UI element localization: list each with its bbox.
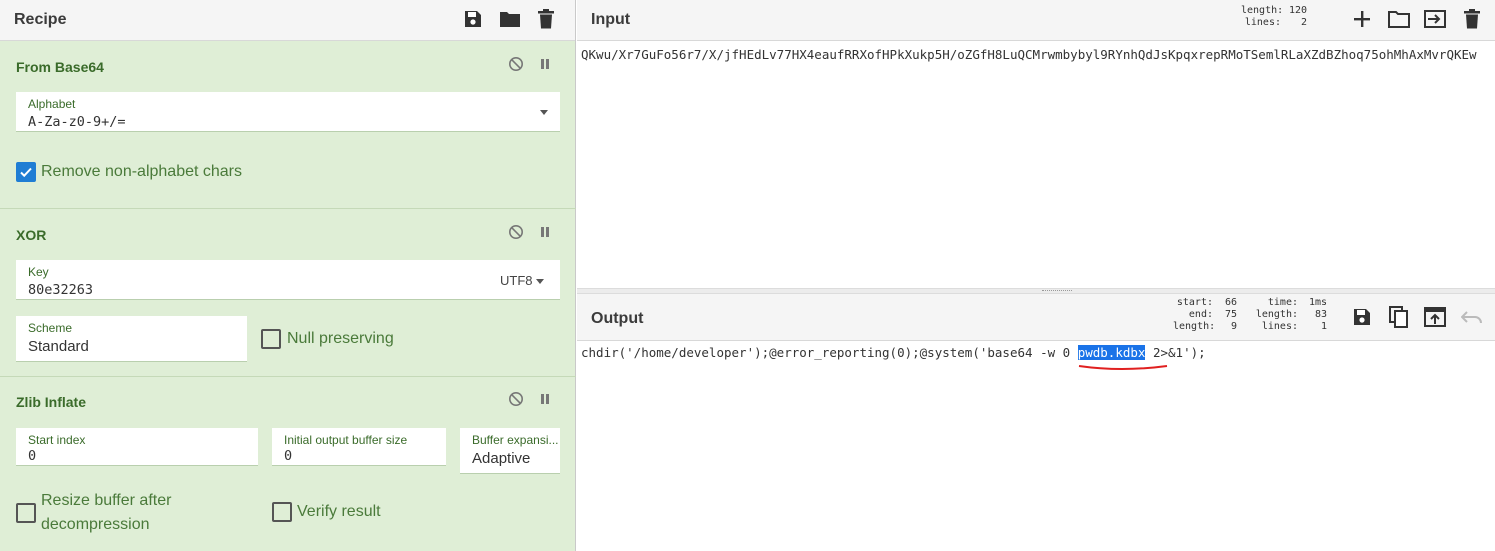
time-value: 1ms [1308,297,1327,308]
remove-non-alphabet-label[interactable]: Remove non-alphabet chars [41,160,242,184]
length-value: 83 [1314,309,1327,320]
copy-icon[interactable] [1387,304,1411,330]
lines-label: lines: [1261,321,1298,332]
null-preserving-checkbox[interactable] [261,329,281,349]
verify-result-checkbox[interactable] [272,502,292,522]
resize-buffer-checkbox[interactable] [16,503,36,523]
disable-icon[interactable] [507,55,525,73]
initial-buffer-label: Initial output buffer size [284,433,408,447]
null-preserving-label[interactable]: Null preserving [287,327,394,351]
key-value: 80e32263 [28,282,94,298]
operation-title: Zlib Inflate [16,394,86,410]
chevron-down-icon[interactable] [536,279,544,284]
alphabet-value: A-Za-z0-9+/= [28,114,126,130]
recipe-header: Recipe [0,0,575,41]
save-output-icon[interactable] [1350,304,1374,330]
output-title: Output [591,310,644,327]
alphabet-field[interactable]: Alphabet A-Za-z0-9+/= [16,92,560,132]
initial-buffer-field[interactable]: Initial output buffer size 0 [272,428,446,466]
remove-non-alphabet-checkbox[interactable] [16,162,36,182]
output-text-after: 2>&1'); [1145,345,1206,360]
start-index-value: 0 [28,448,37,464]
verify-result-label[interactable]: Verify result [297,500,381,524]
recipe-title: Recipe [14,11,67,28]
output-header: Output start: end: length: 66 75 9 time: leng… [577,294,1495,341]
pause-icon[interactable] [536,390,554,408]
input-header: Input length: lines: 120 2 [577,0,1495,41]
start-label: start: [1176,297,1213,308]
input-stats-values: 120 2 [1285,5,1307,29]
disable-icon[interactable] [507,390,525,408]
operation-title: From Base64 [16,59,104,75]
scheme-select[interactable]: Scheme Standard [16,316,247,362]
operation-zlib-inflate: Zlib Inflate Start index 0 Initial outpu… [0,378,576,551]
input-length-value: 120 [1288,5,1307,16]
input-length-label: length: [1241,5,1284,16]
initial-buffer-value: 0 [284,448,293,464]
undo-icon[interactable] [1460,304,1484,330]
disable-icon[interactable] [507,223,525,241]
input-lines-label: lines: [1244,17,1281,28]
key-label: Key [28,265,49,279]
input-pane: Input length: lines: 120 2 QKwu/Xr7GuFo56r… [577,0,1495,288]
output-textarea[interactable]: chdir('/home/developer');@error_reportin… [581,345,1206,360]
chevron-down-icon[interactable] [540,110,548,115]
sel-length-label: length: [1173,321,1216,332]
time-label: time: [1267,297,1298,308]
open-file-icon[interactable] [1423,6,1447,32]
output-pane: Output start: end: length: 66 75 9 time: leng… [577,294,1495,551]
replace-input-icon[interactable] [1423,304,1447,330]
red-underline-annotation [1078,365,1168,370]
lines-value: 1 [1320,321,1327,332]
buffer-expansion-select[interactable]: Buffer expansi... Adaptive [460,428,560,474]
pause-icon[interactable] [536,55,554,73]
open-folder-icon[interactable] [1387,6,1411,32]
input-lines-value: 2 [1300,17,1307,28]
input-title: Input [591,11,631,28]
scheme-label: Scheme [28,321,73,335]
recipe-pane: Recipe From Base64 Alphabet A-Za-z0-9+/=… [0,0,576,551]
output-stats-labels: time: length: lines: [1253,297,1298,333]
input-textarea[interactable]: QKwu/Xr7GuFo56r7/X/jfHEdLv77HX4eaufRRXof… [581,47,1493,62]
resize-buffer-label[interactable]: Resize buffer after decompression [41,489,171,537]
operation-xor: XOR Key 80e32263 UTF8 Scheme Standard Nu… [0,210,576,377]
resize-buffer-label-line2: decompression [41,516,150,533]
start-index-label: Start index [28,433,86,447]
grip-icon [1042,290,1072,292]
operation-title: XOR [16,227,47,243]
start-index-field[interactable]: Start index 0 [16,428,258,466]
buffer-expansion-label: Buffer expansi... [472,433,559,447]
end-label: end: [1188,309,1213,320]
add-input-icon[interactable] [1350,6,1374,32]
resize-buffer-label-line1: Resize buffer after [41,492,172,509]
output-selection: pwdb.kdbx [1077,345,1146,360]
input-stats-labels: length: lines: [1241,5,1284,29]
operation-from-base64: From Base64 Alphabet A-Za-z0-9+/= Remove… [0,42,576,209]
selection-stats-labels: start: end: length: [1173,297,1216,333]
alphabet-label: Alphabet [28,97,76,111]
buffer-expansion-value: Adaptive [472,450,531,467]
save-icon[interactable] [461,6,485,32]
start-value: 66 [1224,297,1237,308]
folder-icon[interactable] [498,6,522,32]
clear-input-icon[interactable] [1460,6,1484,32]
selection-stats-values: 66 75 9 [1215,297,1237,333]
key-encoding-dropdown[interactable]: UTF8 [500,273,533,288]
length-label: length: [1255,309,1298,320]
key-field[interactable]: Key 80e32263 UTF8 [16,260,560,300]
output-text-before: chdir('/home/developer');@error_reportin… [581,345,1078,360]
sel-length-value: 9 [1230,321,1237,332]
scheme-value: Standard [28,338,89,355]
output-stats-values: 1ms 83 1 [1301,297,1327,333]
pause-icon[interactable] [536,223,554,241]
end-value: 75 [1224,309,1237,320]
trash-icon[interactable] [534,6,558,32]
